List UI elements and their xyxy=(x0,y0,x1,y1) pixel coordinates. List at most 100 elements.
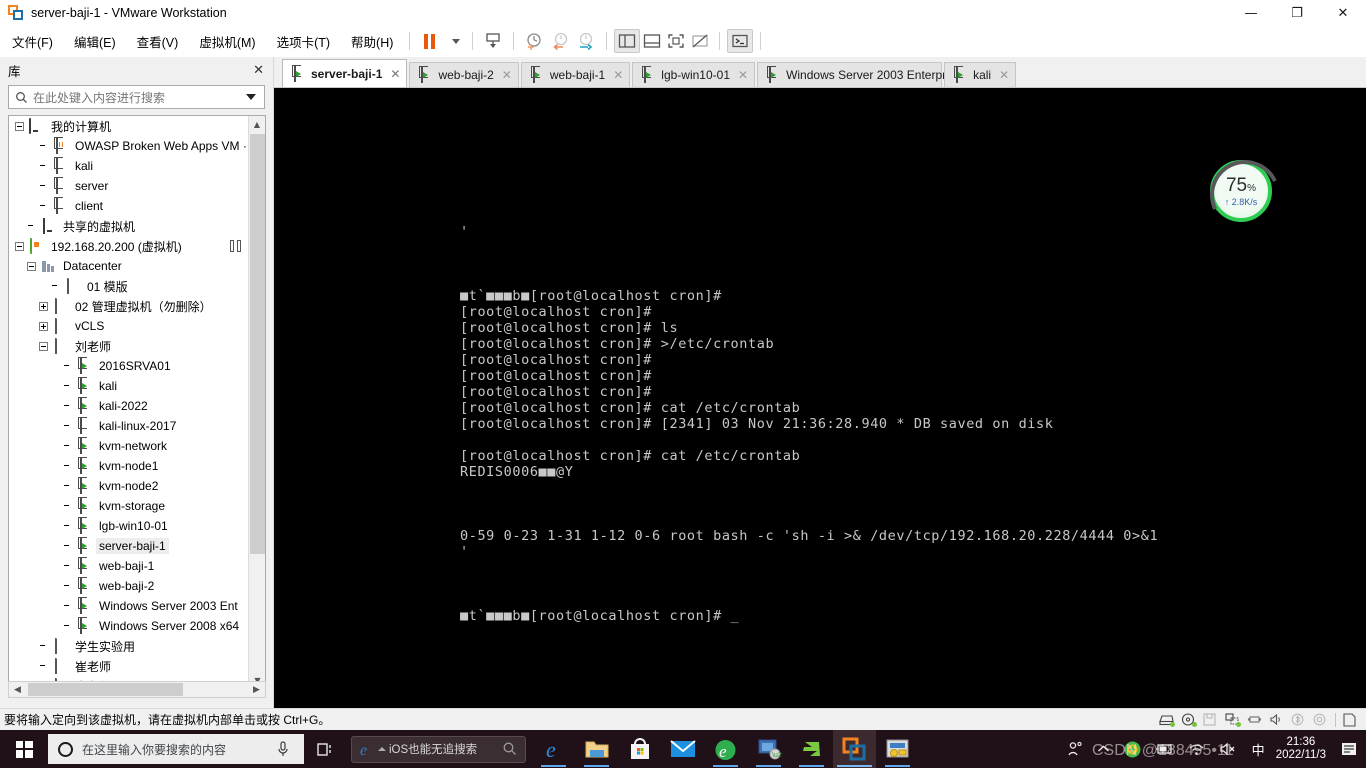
tab-web-baji-1[interactable]: web-baji-1 ✕ xyxy=(520,62,631,87)
network-adapter-icon[interactable] xyxy=(1225,713,1241,727)
library-horizontal-scrollbar[interactable]: ◀ ▶ xyxy=(8,681,266,698)
tree-item[interactable]: server xyxy=(9,176,248,196)
tree-item[interactable]: lgb-win10-01 xyxy=(9,516,248,536)
collapse-icon[interactable] xyxy=(27,261,36,271)
tray-360-safe-icon[interactable] xyxy=(1117,730,1148,768)
tray-people-icon[interactable] xyxy=(1060,730,1090,768)
tab-lgb-win10-01[interactable]: lgb-win10-01 ✕ xyxy=(632,62,756,87)
chevron-up-icon[interactable]: ▲ xyxy=(249,116,265,133)
minimize-button[interactable]: — xyxy=(1228,0,1274,26)
start-button[interactable] xyxy=(0,730,48,768)
tree-item[interactable]: kvm-node2 xyxy=(9,476,248,496)
expand-icon[interactable] xyxy=(39,321,48,331)
snapshot-manager-button[interactable] xyxy=(573,29,599,53)
tree-item[interactable]: 2016SRVA01 xyxy=(9,356,248,376)
library-search-box[interactable]: 在此处键入内容进行搜索 xyxy=(8,85,265,109)
take-snapshot-button[interactable] xyxy=(521,29,547,53)
close-icon[interactable]: ✕ xyxy=(999,68,1009,82)
tree-item[interactable]: kali xyxy=(9,376,248,396)
desktop-search-text[interactable]: iOS也能无追搜索 xyxy=(389,741,477,757)
tree-item[interactable]: 01 模版 xyxy=(9,276,248,296)
enter-fullscreen-button[interactable] xyxy=(664,29,688,53)
tab-windows-server-2003[interactable]: Windows Server 2003 Enterpr…✕ xyxy=(757,62,976,87)
tree-item[interactable]: kvm-node1 xyxy=(9,456,248,476)
task-view-button[interactable] xyxy=(304,730,346,768)
tree-item[interactable]: vCLS xyxy=(9,316,248,336)
taskbar-edge[interactable]: e xyxy=(532,730,575,768)
taskbar-search-input[interactable]: 在这里输入你要搜索的内容 xyxy=(82,741,276,758)
menu-view[interactable]: 查看(V) xyxy=(128,28,188,55)
close-icon[interactable]: ✕ xyxy=(502,68,512,82)
scrollbar-thumb[interactable] xyxy=(250,134,265,554)
unity-mode-button[interactable] xyxy=(688,29,712,53)
tray-wifi-icon[interactable] xyxy=(1181,730,1212,768)
close-icon[interactable]: ✕ xyxy=(738,68,748,82)
pause-button[interactable] xyxy=(417,29,441,53)
chevron-down-icon[interactable] xyxy=(246,94,256,100)
action-center-button[interactable] xyxy=(1334,730,1364,768)
tree-item[interactable]: 我的计算机 xyxy=(9,116,248,136)
taskbar-remote-desktop[interactable]: \u21c4 xyxy=(747,730,790,768)
tree-item[interactable]: 刘老师 xyxy=(9,336,248,356)
menu-tabs[interactable]: 选项卡(T) xyxy=(268,28,339,55)
library-vertical-scrollbar[interactable]: ▲ ▼ xyxy=(248,116,265,689)
close-button[interactable]: ✕ xyxy=(1320,0,1366,26)
tree-item[interactable]: server-baji-1 xyxy=(9,536,248,556)
scrollbar-thumb-horizontal[interactable] xyxy=(28,683,183,696)
tree-item[interactable]: OWASP Broken Web Apps VM · xyxy=(9,136,248,156)
tray-battery-icon[interactable] xyxy=(1148,730,1181,768)
power-dropdown[interactable] xyxy=(441,29,465,53)
desktop-search-widget[interactable]: e iOS也能无追搜索 xyxy=(351,735,526,763)
tab-server-baji-1[interactable]: server-baji-1 ✕ xyxy=(282,59,408,87)
tree-item[interactable]: 192.168.20.200 (虚拟机) xyxy=(9,236,248,256)
tree-item[interactable]: client xyxy=(9,196,248,216)
tree-item[interactable]: 崔老师 xyxy=(9,656,248,676)
tree-item[interactable]: Windows Server 2003 Ent xyxy=(9,596,248,616)
menu-vm[interactable]: 虚拟机(M) xyxy=(190,28,264,55)
taskbar-mail[interactable] xyxy=(661,730,704,768)
taskbar-clock[interactable]: 21:36 2022/11/3 xyxy=(1272,736,1334,762)
tree-item[interactable]: kvm-storage xyxy=(9,496,248,516)
collapse-icon[interactable] xyxy=(39,341,48,351)
close-icon[interactable]: ✕ xyxy=(390,67,400,81)
expand-icon[interactable] xyxy=(39,301,48,311)
taskbar-vmware-workstation[interactable] xyxy=(833,730,876,768)
hard-disk-icon[interactable] xyxy=(1159,713,1175,727)
send-ctrl-alt-del-button[interactable] xyxy=(480,29,506,53)
chevron-right-icon[interactable]: ▶ xyxy=(248,685,265,695)
taskbar-snipaste[interactable] xyxy=(790,730,833,768)
revert-snapshot-button[interactable] xyxy=(547,29,573,53)
show-thumbnail-bar-button[interactable] xyxy=(640,29,664,53)
library-tree[interactable]: 我的计算机 OWASP Broken Web Apps VM · kali serve… xyxy=(8,115,266,690)
tree-item[interactable]: kali-2022 xyxy=(9,396,248,416)
tree-item[interactable]: web-baji-1 xyxy=(9,556,248,576)
tree-item[interactable]: 共享的虚拟机 xyxy=(9,216,248,236)
show-library-button[interactable] xyxy=(614,29,641,53)
tree-item[interactable]: 02 管理虚拟机（勿删除） xyxy=(9,296,248,316)
message-log-icon[interactable] xyxy=(1343,713,1358,727)
taskbar-file-explorer[interactable] xyxy=(575,730,618,768)
tray-show-hidden-icon[interactable] xyxy=(1090,730,1117,768)
taskbar-security-tool[interactable] xyxy=(876,730,919,768)
menu-file[interactable]: 文件(F) xyxy=(3,28,62,55)
tree-item[interactable]: Windows Server 2008 x64 xyxy=(9,616,248,636)
taskbar-microsoft-store[interactable] xyxy=(618,730,661,768)
close-icon[interactable]: ✕ xyxy=(613,68,623,82)
vm-screen[interactable]: ' ■t`■■■b■[root@localhost cron]# [root@l… xyxy=(274,87,1366,708)
tab-web-baji-2[interactable]: web-baji-2 ✕ xyxy=(409,62,519,87)
chevron-left-icon[interactable]: ◀ xyxy=(9,685,26,695)
restore-button[interactable]: ❐ xyxy=(1274,0,1320,26)
tree-item[interactable]: kali-linux-2017 xyxy=(9,416,248,436)
collapse-icon[interactable] xyxy=(15,241,24,251)
usb-icon[interactable] xyxy=(1247,713,1262,726)
tree-item[interactable]: web-baji-2 xyxy=(9,576,248,596)
search-icon[interactable] xyxy=(502,741,518,757)
tray-volume-muted-icon[interactable] xyxy=(1212,730,1245,768)
taskbar-360-browser[interactable]: e xyxy=(704,730,747,768)
taskbar-search-box[interactable]: 在这里输入你要搜索的内容 xyxy=(48,734,304,764)
sound-card-icon[interactable] xyxy=(1269,713,1284,726)
collapse-icon[interactable] xyxy=(15,121,24,131)
tab-kali[interactable]: kali ✕ xyxy=(944,62,1017,87)
tree-item[interactable]: 学生实验用 xyxy=(9,636,248,656)
menu-edit[interactable]: 编辑(E) xyxy=(65,28,125,55)
